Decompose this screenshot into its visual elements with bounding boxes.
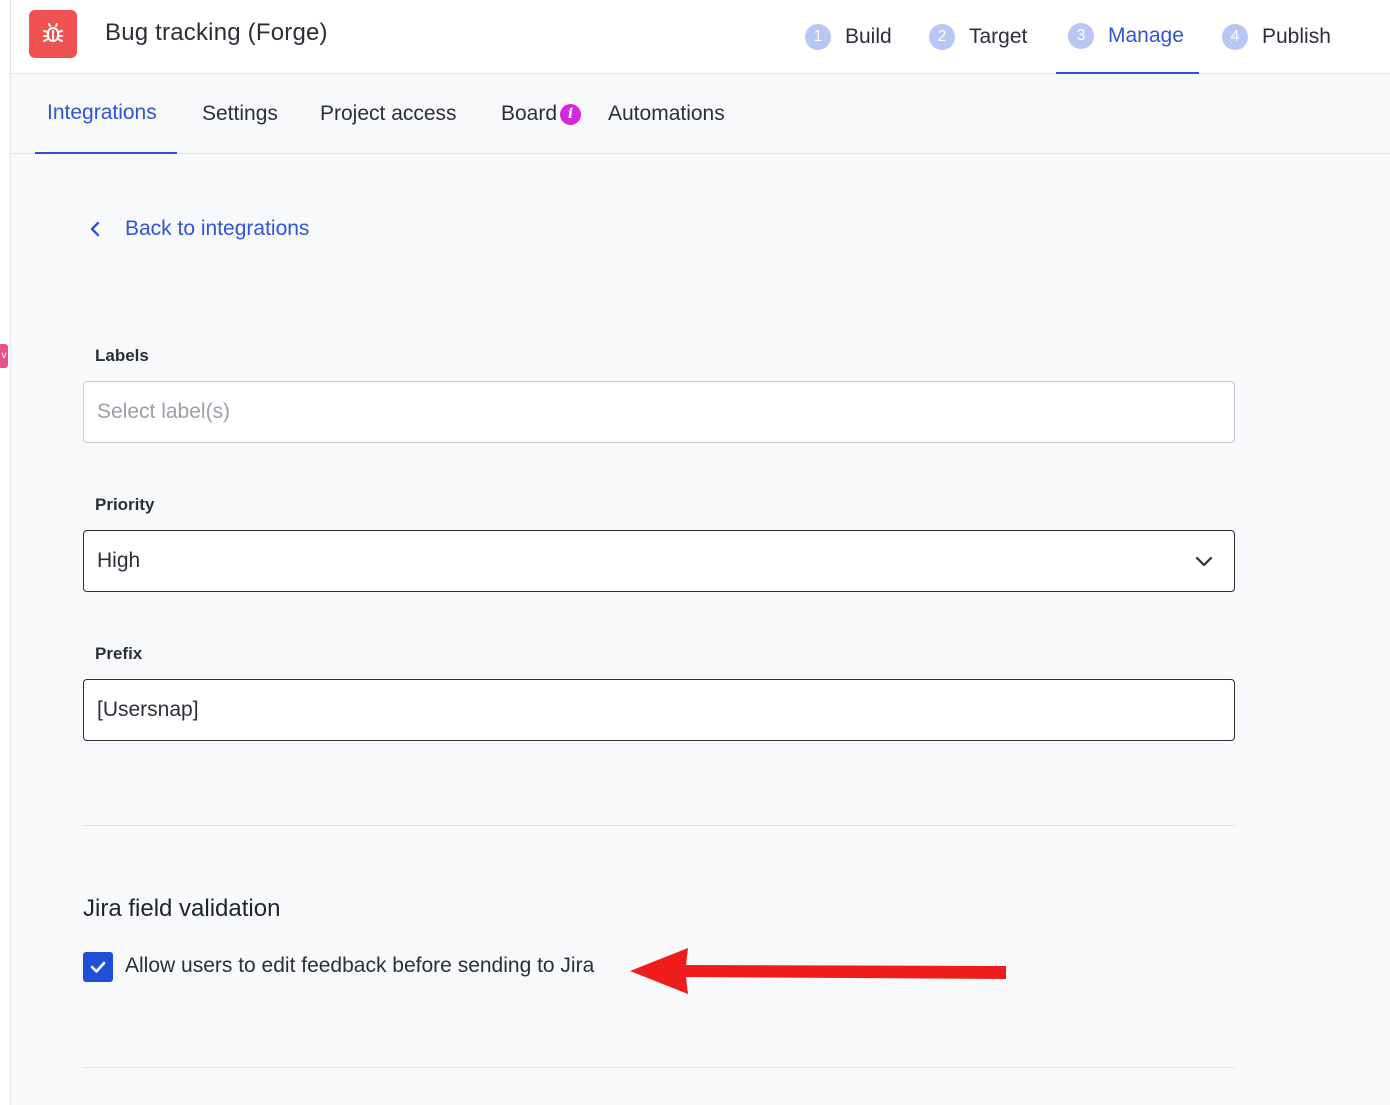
step-label: Publish xyxy=(1262,25,1331,48)
tab-integrations[interactable]: Integrations xyxy=(35,74,177,154)
tab-label: Settings xyxy=(202,102,278,125)
edit-feedback-checkbox[interactable] xyxy=(83,952,113,982)
bug-icon xyxy=(29,10,77,58)
tab-label: Project access xyxy=(320,102,457,125)
feedback-side-tab[interactable]: v xyxy=(0,344,8,368)
tab-label: Automations xyxy=(608,102,725,125)
section-divider xyxy=(83,1067,1235,1068)
priority-value: High xyxy=(97,549,141,572)
back-to-integrations-link[interactable]: Back to integrations xyxy=(89,214,309,244)
step-label: Target xyxy=(969,25,1028,48)
tab-board[interactable]: Board i xyxy=(501,74,582,154)
sub-navigation: Integrations Settings Project access Boa… xyxy=(11,74,1390,154)
prefix-input[interactable] xyxy=(97,698,1234,722)
tab-automations[interactable]: Automations xyxy=(608,74,725,154)
chevron-down-icon xyxy=(1194,551,1214,571)
jira-validation-heading: Jira field validation xyxy=(83,895,281,922)
step-label: Build xyxy=(845,25,892,48)
tab-settings[interactable]: Settings xyxy=(202,74,278,154)
step-number: 1 xyxy=(805,24,831,50)
prefix-field[interactable] xyxy=(83,679,1235,741)
step-number: 2 xyxy=(929,24,955,50)
project-title: Bug tracking (Forge) xyxy=(105,19,328,46)
checkmark-icon xyxy=(90,961,106,973)
section-divider xyxy=(83,825,1235,826)
step-publish[interactable]: 4 Publish xyxy=(1222,0,1352,74)
info-icon[interactable]: i xyxy=(560,103,582,125)
labels-select[interactable] xyxy=(83,381,1235,443)
labels-field-label: Labels xyxy=(95,346,149,365)
edit-feedback-checkbox-label[interactable]: Allow users to edit feedback before send… xyxy=(125,954,594,978)
left-rail: v xyxy=(0,0,11,1105)
tab-project-access[interactable]: Project access xyxy=(320,74,457,154)
priority-select[interactable]: High xyxy=(83,530,1235,592)
step-target[interactable]: 2 Target xyxy=(929,0,1039,74)
step-number: 3 xyxy=(1068,23,1094,49)
chevron-left-icon xyxy=(89,219,105,239)
labels-input[interactable] xyxy=(97,400,1234,424)
step-manage[interactable]: 3 Manage xyxy=(1056,0,1199,74)
step-label: Manage xyxy=(1108,24,1184,47)
tab-label: Integrations xyxy=(47,101,157,124)
tab-label: Board xyxy=(501,102,558,125)
priority-field-label: Priority xyxy=(95,495,155,514)
prefix-field-label: Prefix xyxy=(95,644,143,663)
top-bar: Bug tracking (Forge) 1 Build 2 Target 3 … xyxy=(11,0,1390,74)
step-number: 4 xyxy=(1222,24,1248,50)
step-build[interactable]: 1 Build xyxy=(805,0,905,74)
back-link-label: Back to integrations xyxy=(125,217,310,240)
annotation-arrow-icon xyxy=(630,948,1006,994)
